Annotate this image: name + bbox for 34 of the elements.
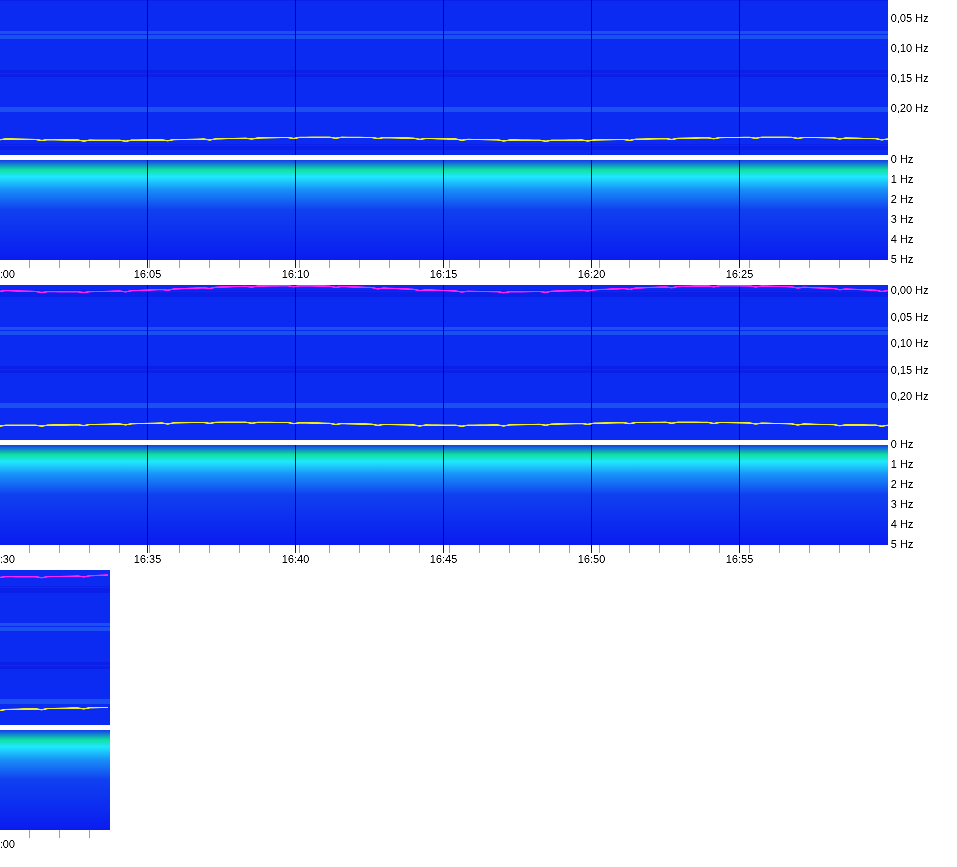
axis-label: 4 Hz bbox=[891, 234, 914, 246]
axis-label: 0,05 Hz bbox=[891, 13, 929, 27]
time-label: 16:25 bbox=[726, 268, 754, 282]
axis-label: 5 Hz bbox=[891, 254, 914, 266]
time-label: 16:55 bbox=[726, 553, 754, 567]
axis-label: 5 Hz bbox=[891, 539, 914, 551]
time-label: 16:50 bbox=[578, 553, 606, 567]
axis-label: 3 Hz bbox=[891, 499, 914, 511]
axis-label: 3 Hz bbox=[891, 214, 914, 226]
axis-label: 4 Hz bbox=[891, 519, 914, 531]
axis-label: 2 Hz bbox=[891, 479, 914, 491]
axis-label: 0,15 Hz bbox=[891, 73, 929, 87]
time-label: 16:15 bbox=[430, 268, 458, 282]
axis-label: 0,10 Hz bbox=[891, 338, 929, 352]
axis-label: 0,05 Hz bbox=[891, 312, 929, 326]
axis-label: 1 Hz bbox=[891, 459, 914, 471]
time-label: 16:10 bbox=[282, 268, 310, 282]
time-label: 16:45 bbox=[430, 553, 458, 567]
axis-label: 2 Hz bbox=[891, 194, 914, 206]
axis-label: 0,00 Hz bbox=[891, 285, 929, 300]
time-label: 16:40 bbox=[282, 553, 310, 567]
time-label: 16:35 bbox=[134, 553, 162, 567]
time-label: :30 bbox=[0, 553, 16, 567]
axis-label: 0,20 Hz bbox=[891, 103, 929, 117]
axis-label: 0,15 Hz bbox=[891, 364, 929, 379]
axis-label: 1 Hz bbox=[891, 174, 914, 186]
axis-label: 0,20 Hz bbox=[891, 391, 929, 406]
time-label: :00 bbox=[0, 268, 16, 282]
axis-label: 0,10 Hz bbox=[891, 43, 929, 57]
axis-label: 0 Hz bbox=[891, 154, 914, 166]
time-label: 16:05 bbox=[134, 268, 162, 282]
axis-label: 0 Hz bbox=[891, 439, 914, 451]
time-label: 16:20 bbox=[578, 268, 606, 282]
time-label: :00 bbox=[0, 838, 16, 852]
